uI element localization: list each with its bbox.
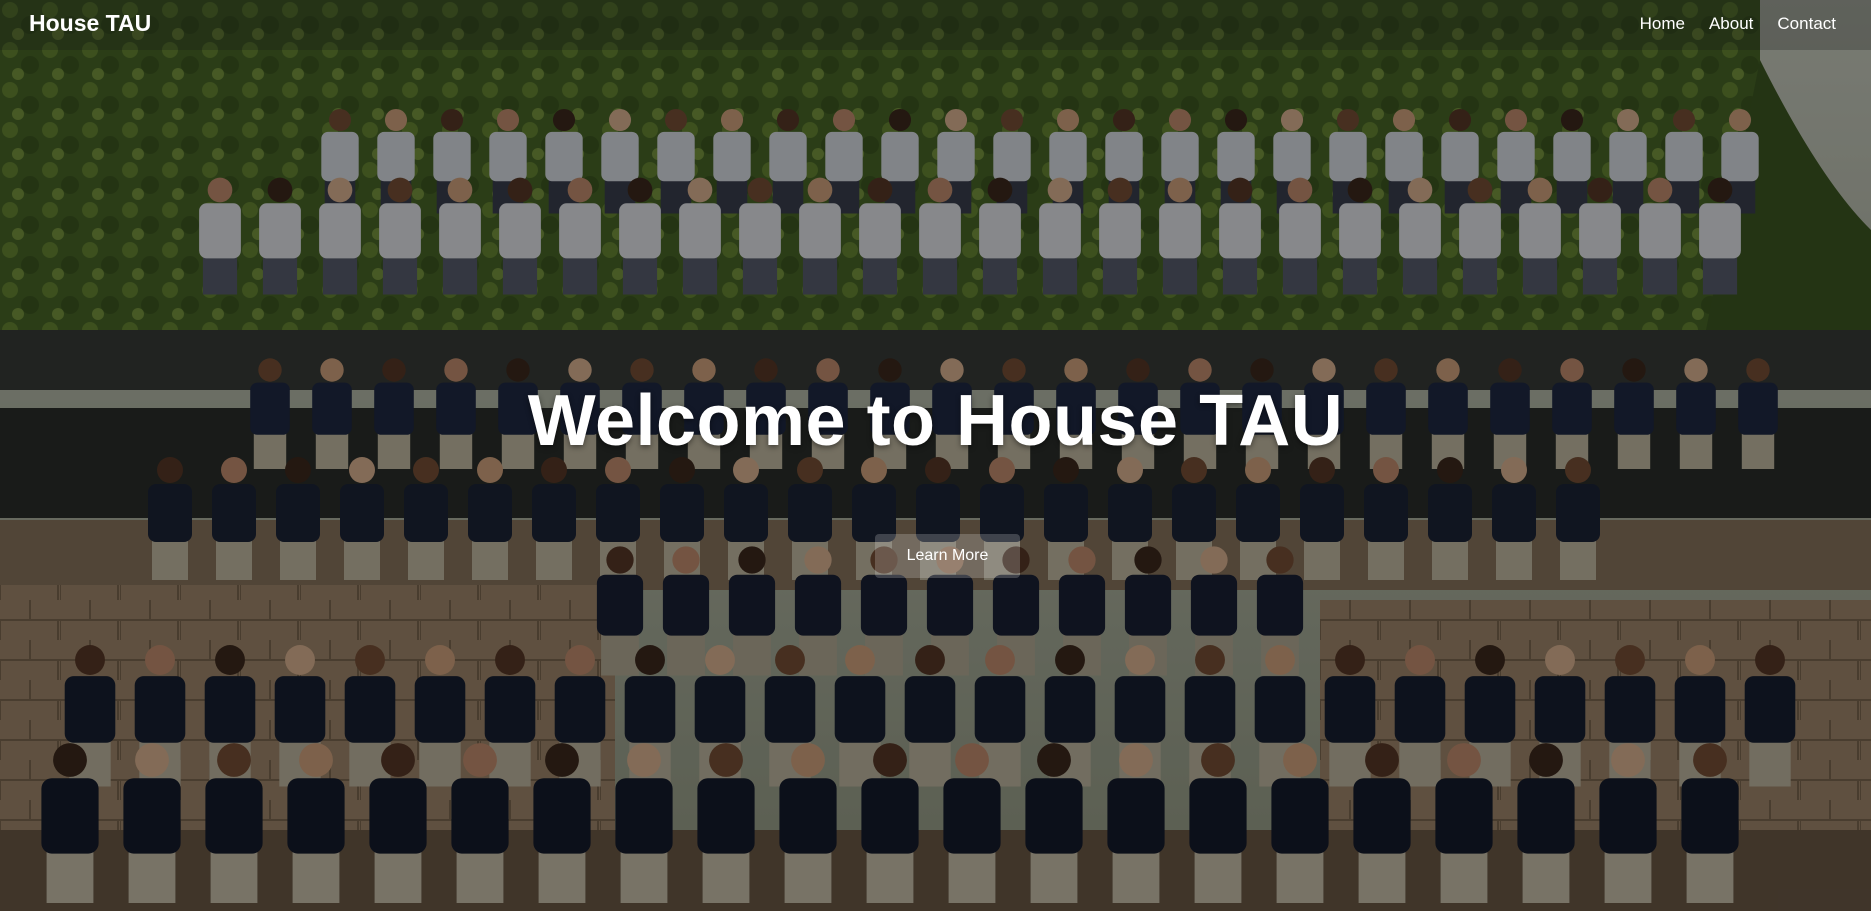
learn-more-button[interactable]: Learn More: [875, 534, 1020, 578]
nav-links: Home About Contact: [1640, 14, 1836, 34]
top-navbar: House TAU Home About Contact: [0, 0, 1871, 50]
hero-title: Welcome to House TAU: [527, 381, 1344, 461]
nav-link-about[interactable]: About: [1709, 14, 1753, 34]
brand-logo-link[interactable]: House TAU: [29, 10, 151, 37]
nav-link-home[interactable]: Home: [1640, 14, 1685, 34]
nav-link-contact[interactable]: Contact: [1777, 14, 1836, 34]
